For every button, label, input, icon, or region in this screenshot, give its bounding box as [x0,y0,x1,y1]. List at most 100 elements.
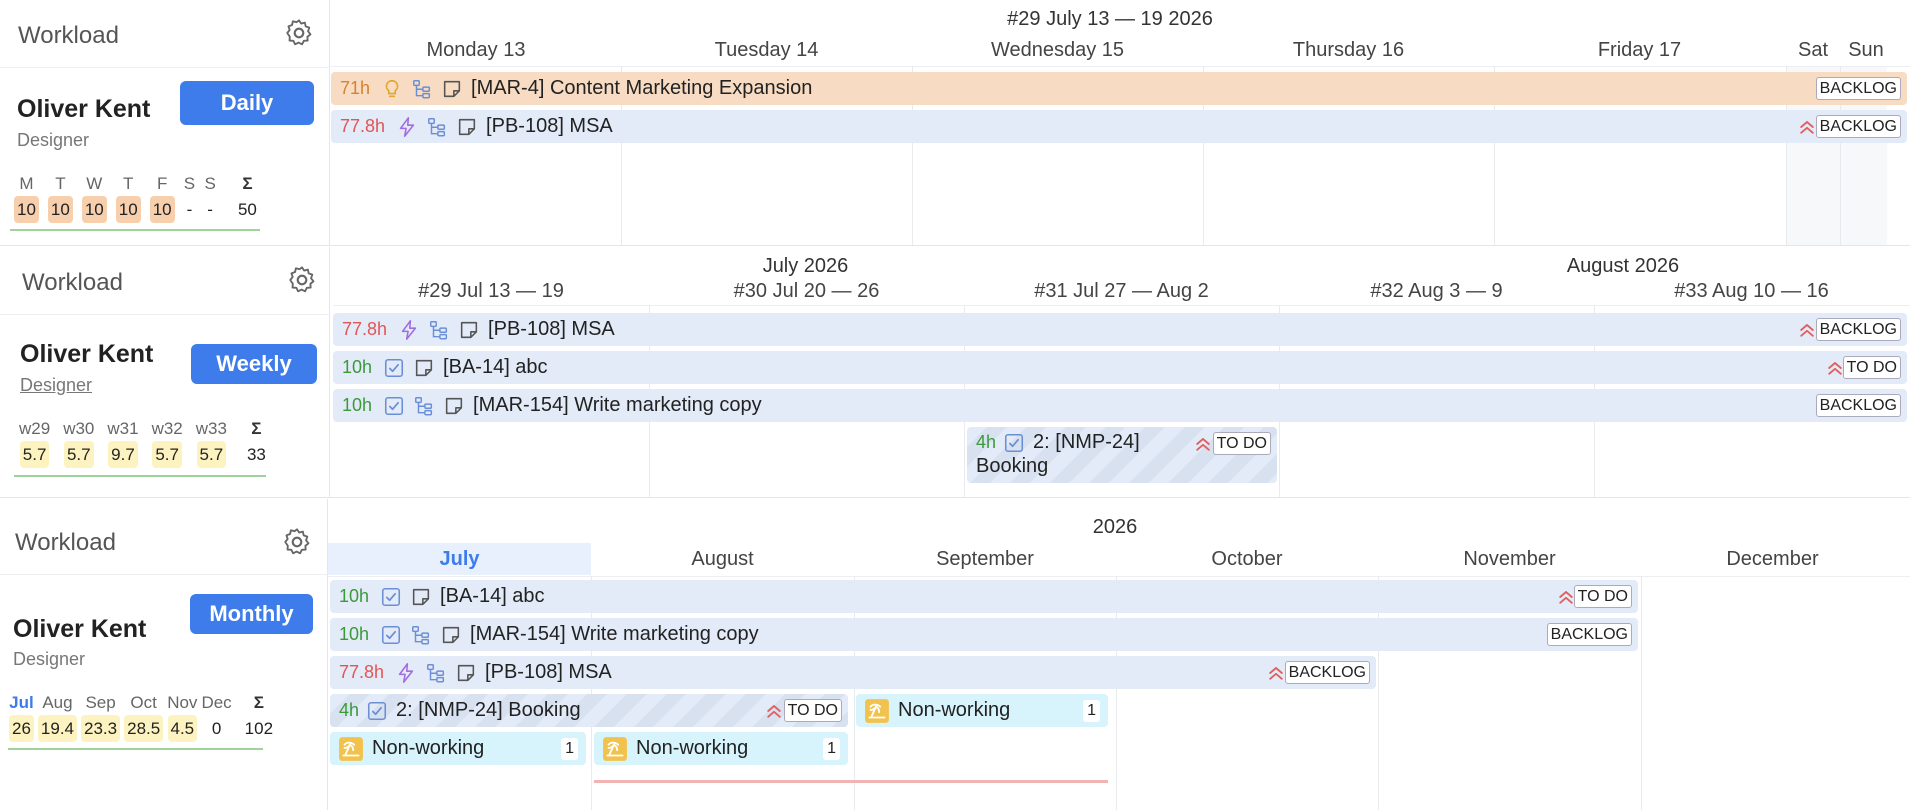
person-role-link[interactable]: Designer [20,375,92,396]
checkbox-icon [383,395,405,417]
task-label: [MAR-4] Content Marketing Expansion [471,77,813,99]
summary-label: T [123,174,134,193]
nonworking-bar[interactable]: Non-working 1 [594,732,848,765]
checkbox-icon [380,586,402,608]
timeline-grid-monthly: 2026 July August September October Novem… [328,499,1910,810]
summary-label: Nov [167,693,198,712]
priority-high-icon [764,701,784,721]
task-bar[interactable]: 10h [BA-14] abc TO DO [333,351,1907,384]
summary-label: w33 [195,419,227,438]
task-label: 2: [NMP-24] Booking [396,699,581,721]
weekly-mode-button[interactable]: Weekly [191,344,317,384]
summary-value: 10 [115,196,141,223]
daily-summary: M 10 T 10 W 10 T 10 F 10 S- S- Σ 50 [14,172,260,223]
workload-sidebar: Workload Oliver Kent Designer Weekly w29… [0,247,330,497]
task-bar[interactable]: 10h [BA-14] abc TO DO [330,580,1638,613]
person-role: Designer [13,649,86,669]
status-badge: TO DO [1842,356,1901,379]
task-card-body: 4h 2: [NMP-24] Booking [967,431,1140,478]
task-label-continued: Booking [976,455,1049,477]
task-bar[interactable]: 10h [MAR-154] Write marketing copy BACKL… [333,389,1907,422]
week-header: #30 Jul 20 — 26 [733,280,880,302]
summary-label: S [183,174,196,193]
summary-value: 5.7 [63,441,94,468]
note-icon [456,116,478,138]
task-label: [PB-108] MSA [488,318,615,340]
summary-value: 10 [149,196,175,223]
hierarchy-icon [410,624,432,646]
idea-icon [381,78,403,100]
nonworking-bar[interactable]: Non-working 1 [330,732,586,765]
task-bar[interactable]: 71h [MAR-4] Content Marketing Expansion … [331,72,1907,105]
task-bar[interactable]: 77.8h [PB-108] MSA BACKLOG [333,313,1907,346]
summary-label: w31 [107,419,139,438]
week-title: #29 July 13 — 19 2026 [1007,8,1213,30]
nonworking-bar[interactable]: Non-working 1 [856,694,1108,727]
summary-value: 10 [47,196,73,223]
hierarchy-icon [428,319,450,341]
task-bar[interactable]: 10h [MAR-154] Write marketing copy BACKL… [330,618,1638,651]
day-header: Tuesday 14 [714,39,819,61]
monthly-summary: Jul 26 Aug 19.4 Sep 23.3 Oct 28.5 Nov 4.5 Dec… [9,691,276,742]
status-badge: BACKLOG [1815,77,1901,100]
summary-label: w32 [151,419,183,438]
summary-value: 10 [81,196,107,223]
checkbox-icon [366,700,388,722]
status-badge: TO DO [1573,585,1632,608]
week-header: #33 Aug 10 — 16 [1674,280,1829,302]
month-header[interactable]: December [1641,543,1904,575]
summary-total-value: 33 [246,445,266,464]
status-badge: TO DO [1212,432,1271,455]
note-icon [441,78,463,100]
summary-label: Oct [130,693,157,712]
task-card[interactable]: 4h 2: [NMP-24] Booking TO DO [967,427,1277,483]
workload-panel-weekly: Workload Oliver Kent Designer Weekly w29… [0,247,1910,498]
header-divider [333,305,1910,306]
task-label: [PB-108] MSA [485,661,612,683]
month-header[interactable]: September [854,543,1116,575]
summary-value: 23.3 [81,715,121,742]
person-name: Oliver Kent [17,95,151,123]
summary-total-label: Σ [251,419,262,438]
hierarchy-icon [413,395,435,417]
task-hours: 77.8h [339,662,385,682]
task-bar[interactable]: 4h 2: [NMP-24] Booking TO DO [330,694,848,727]
task-hours: 77.8h [342,319,388,339]
task-hours: 10h [339,586,370,606]
person-name: Oliver Kent [20,340,154,368]
month-header[interactable]: November [1378,543,1641,575]
nonworking-count: 1 [1083,700,1100,722]
gear-icon[interactable] [283,17,315,49]
month-header[interactable]: October [1116,543,1378,575]
hierarchy-icon [425,662,447,684]
header-divider [331,66,1910,67]
task-bar[interactable]: 77.8h [PB-108] MSA BACKLOG [331,110,1907,143]
nonworking-label: Non-working [898,699,1011,721]
workload-sidebar: Workload Oliver Kent Designer Daily M 10 … [0,0,330,245]
summary-value: - [186,200,193,219]
month-header[interactable]: August [591,543,854,575]
summary-label: T [55,174,66,193]
month-title: July 2026 [762,255,849,277]
summary-label: w30 [63,419,95,438]
status-badge: TO DO [783,699,842,722]
overload-indicator [594,780,1108,783]
task-bar[interactable]: 77.8h [PB-108] MSA BACKLOG [330,656,1376,689]
timeline-grid-weekly: July 2026 August 2026 #29 Jul 13 — 19 #3… [333,247,1910,497]
gear-icon[interactable] [286,264,318,296]
weekly-summary: w29 5.7 w30 5.7 w31 9.7 w32 5.7 w33 5.7 Σ 33 [19,417,269,468]
summary-label: F [156,174,168,193]
summary-value: 9.7 [108,441,138,468]
daily-mode-button[interactable]: Daily [180,81,314,125]
workload-title: Workload [18,22,119,49]
summary-value: 28.5 [124,715,164,742]
gear-icon[interactable] [281,526,313,558]
monthly-mode-button[interactable]: Monthly [190,594,313,634]
sidebar-header: Workload [0,247,330,315]
sidebar-header: Workload [0,499,328,575]
person-name: Oliver Kent [13,615,147,643]
workload-title: Workload [15,529,116,556]
month-header-active[interactable]: July [328,543,591,575]
day-header: Sat [1797,39,1829,61]
summary-label: w29 [19,419,51,438]
